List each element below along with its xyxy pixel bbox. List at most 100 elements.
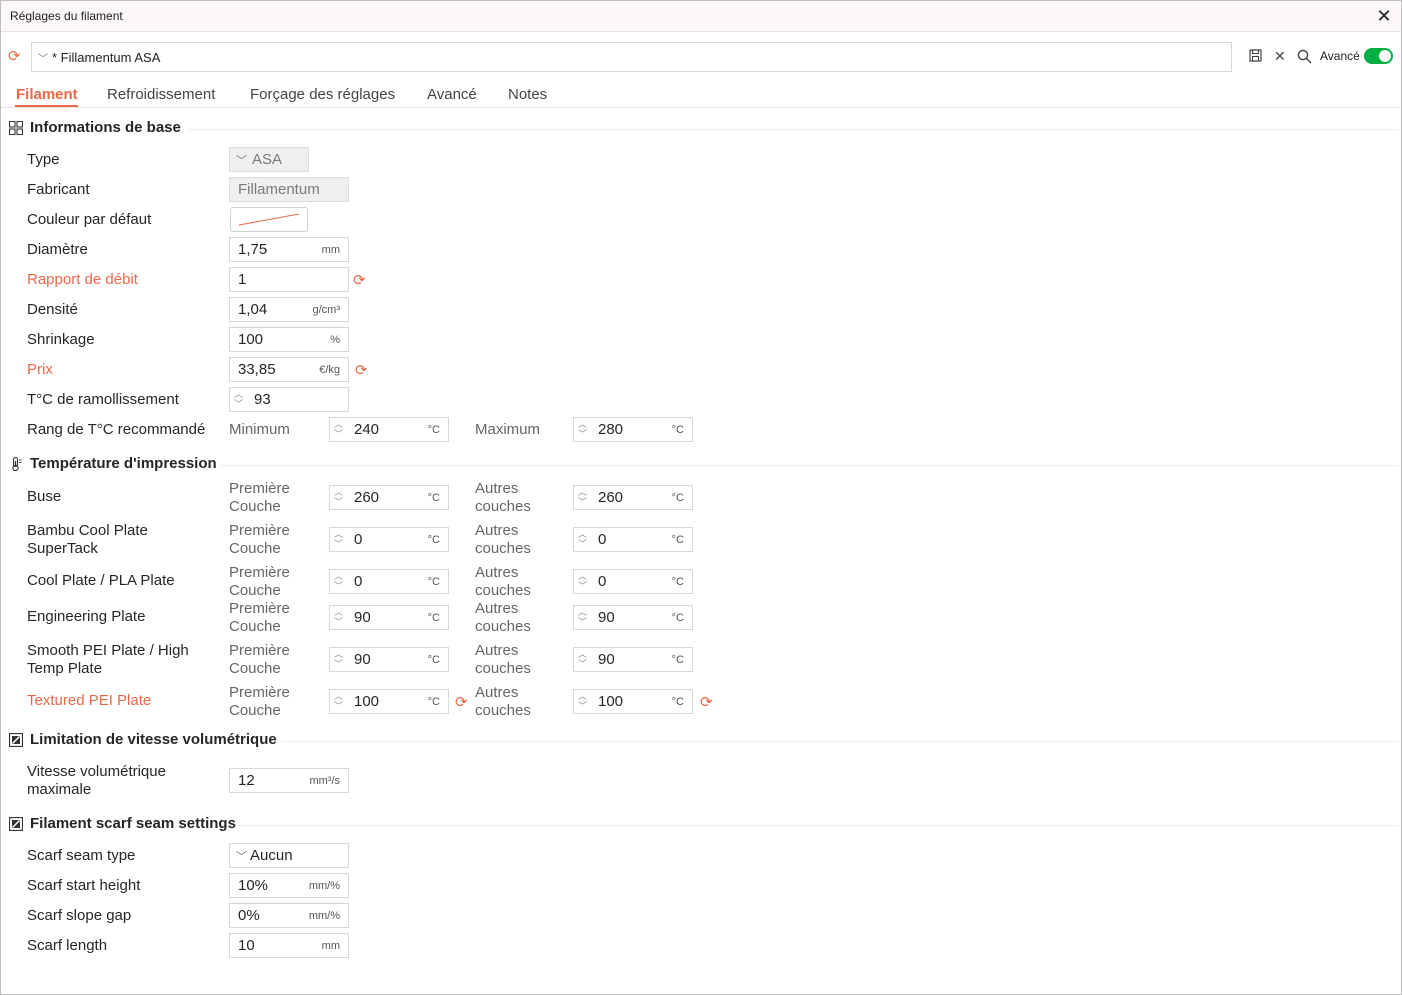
shrinkage-unit: %	[330, 334, 340, 346]
diameter-value: 1,75	[238, 241, 268, 258]
print-temp-row-label: Textured PEI Plate	[27, 692, 152, 709]
other-layers-temp-input[interactable]: ︿ ﹀ 260 °C	[573, 485, 693, 510]
spin-arrows-icon[interactable]: ︿ ﹀	[578, 691, 588, 712]
spin-arrows-icon[interactable]: ︿ ﹀	[578, 529, 588, 550]
print-temp-row-label: Smooth PEI Plate / High Temp Plate	[27, 642, 189, 677]
reset-first-layer-temp-icon[interactable]: ⟳	[455, 695, 468, 710]
scarf-length-unit: mm	[321, 940, 340, 952]
spin-arrows-icon[interactable]: ︿ ﹀	[578, 607, 588, 628]
reset-flow-ratio-icon[interactable]: ⟳	[353, 273, 366, 288]
tab-filament[interactable]: Filament	[16, 86, 78, 103]
section-scarf-seam: Filament scarf seam settings	[9, 815, 1399, 835]
diameter-label: Diamètre	[27, 241, 88, 258]
speed-limit-icon	[9, 733, 23, 747]
tab-advanced[interactable]: Avancé	[427, 86, 477, 103]
scarf-slope-gap-value: 0%	[238, 907, 260, 924]
section-title: Température d'impression	[30, 455, 217, 472]
first-layer-temp-value: 90	[354, 609, 371, 626]
scarf-start-height-label: Scarf start height	[27, 877, 141, 894]
density-label: Densité	[27, 301, 78, 318]
section-title: Informations de base	[30, 119, 181, 136]
spin-arrows-icon[interactable]: ︿ ﹀	[578, 419, 588, 440]
section-volumetric-speed: Limitation de vitesse volumétrique	[9, 731, 1399, 751]
shrinkage-label: Shrinkage	[27, 331, 95, 348]
density-unit: g/cm³	[312, 304, 341, 316]
other-layers-label: Autres couches	[475, 564, 531, 599]
first-layer-temp-input[interactable]: ︿ ﹀ 0 °C	[329, 527, 449, 552]
title-bar: Réglages du filament ✕	[1, 1, 1401, 32]
scarf-seam-type-select[interactable]: ﹀ Aucun	[229, 843, 349, 868]
temp-range-max-input[interactable]: ︿ ﹀ 280 °C	[573, 417, 693, 442]
tab-notes[interactable]: Notes	[508, 86, 547, 103]
spin-arrows-icon[interactable]: ︿ ﹀	[334, 529, 344, 550]
print-temp-row-label: Buse	[27, 488, 62, 505]
density-input[interactable]: 1,04 g/cm³	[229, 297, 349, 322]
tab-overrides[interactable]: Forçage des réglages	[250, 86, 395, 103]
temp-unit: °C	[427, 654, 440, 666]
temp-unit: °C	[671, 424, 684, 436]
type-select[interactable]: ﹀ ASA	[229, 147, 309, 172]
delete-icon[interactable]: ✕	[1274, 48, 1286, 64]
scarf-length-input[interactable]: 10 mm	[229, 933, 349, 958]
spin-arrows-icon[interactable]: ︿ ﹀	[334, 607, 344, 628]
type-label: Type	[27, 151, 60, 168]
section-basic-info: Informations de base	[9, 119, 1399, 139]
scarf-start-height-input[interactable]: 10% mm/%	[229, 873, 349, 898]
other-layers-temp-input[interactable]: ︿ ﹀ 0 °C	[573, 527, 693, 552]
spin-arrows-icon[interactable]: ︿ ﹀	[234, 389, 244, 410]
flow-ratio-label: Rapport de débit	[27, 271, 138, 288]
other-layers-temp-input[interactable]: ︿ ﹀ 90 °C	[573, 605, 693, 630]
temp-unit: °C	[427, 696, 440, 708]
diameter-unit: mm	[321, 244, 340, 256]
spin-arrows-icon[interactable]: ︿ ﹀	[334, 487, 344, 508]
shrinkage-input[interactable]: 100 %	[229, 327, 349, 352]
diameter-input[interactable]: 1,75 mm	[229, 237, 349, 262]
first-layer-temp-value: 90	[354, 651, 371, 668]
max-volumetric-speed-value: 12	[238, 772, 255, 789]
first-layer-temp-input[interactable]: ︿ ﹀ 0 °C	[329, 569, 449, 594]
temp-range-min-label: Minimum	[229, 421, 290, 438]
spin-arrows-icon[interactable]: ︿ ﹀	[578, 487, 588, 508]
vendor-field[interactable]: Fillamentum	[229, 177, 349, 202]
spin-arrows-icon[interactable]: ︿ ﹀	[334, 649, 344, 670]
close-icon[interactable]: ✕	[1375, 5, 1393, 27]
spin-arrows-icon[interactable]: ︿ ﹀	[334, 571, 344, 592]
scarf-length-value: 10	[238, 937, 255, 954]
preset-select[interactable]: ﹀ * Fillamentum ASA	[31, 42, 1232, 72]
max-volumetric-speed-input[interactable]: 12 mm³/s	[229, 768, 349, 793]
save-icon[interactable]	[1249, 49, 1262, 65]
reset-price-icon[interactable]: ⟳	[355, 363, 368, 378]
first-layer-temp-input[interactable]: ︿ ﹀ 100 °C	[329, 689, 449, 714]
other-layers-temp-value: 0	[598, 531, 607, 548]
first-layer-temp-input[interactable]: ︿ ﹀ 90 °C	[329, 647, 449, 672]
reset-preset-icon[interactable]: ⟳	[8, 49, 21, 64]
flow-ratio-input[interactable]: 1	[229, 267, 349, 292]
other-layers-temp-input[interactable]: ︿ ﹀ 90 °C	[573, 647, 693, 672]
other-layers-label: Autres couches	[475, 600, 531, 635]
price-input[interactable]: 33,85 €/kg	[229, 357, 349, 382]
first-layer-temp-input[interactable]: ︿ ﹀ 90 °C	[329, 605, 449, 630]
spin-arrows-icon[interactable]: ︿ ﹀	[578, 571, 588, 592]
advanced-toggle[interactable]	[1364, 48, 1393, 64]
other-layers-label: Autres couches	[475, 642, 531, 677]
reset-other-layers-temp-icon[interactable]: ⟳	[700, 695, 713, 710]
spin-arrows-icon[interactable]: ︿ ﹀	[578, 649, 588, 670]
section-divider	[189, 129, 1399, 130]
other-layers-temp-value: 0	[598, 573, 607, 590]
temp-range-min-input[interactable]: ︿ ﹀ 240 °C	[329, 417, 449, 442]
max-volumetric-speed-label: Vitesse volumétrique maximale	[27, 763, 166, 798]
scarf-start-height-value: 10%	[238, 877, 269, 894]
first-layer-label: Première Couche	[229, 564, 290, 599]
first-layer-temp-input[interactable]: ︿ ﹀ 260 °C	[329, 485, 449, 510]
scarf-slope-gap-input[interactable]: 0% mm/%	[229, 903, 349, 928]
softening-temp-input[interactable]: ︿ ﹀ 93	[229, 387, 349, 412]
spin-arrows-icon[interactable]: ︿ ﹀	[334, 691, 344, 712]
tab-cooling[interactable]: Refroidissement	[107, 86, 215, 103]
price-value: 33,85	[238, 361, 276, 378]
color-swatch[interactable]	[230, 207, 308, 232]
temp-unit: °C	[671, 612, 684, 624]
other-layers-temp-input[interactable]: ︿ ﹀ 100 °C	[573, 689, 693, 714]
spin-arrows-icon[interactable]: ︿ ﹀	[334, 419, 344, 440]
other-layers-temp-input[interactable]: ︿ ﹀ 0 °C	[573, 569, 693, 594]
search-icon[interactable]	[1297, 49, 1312, 67]
